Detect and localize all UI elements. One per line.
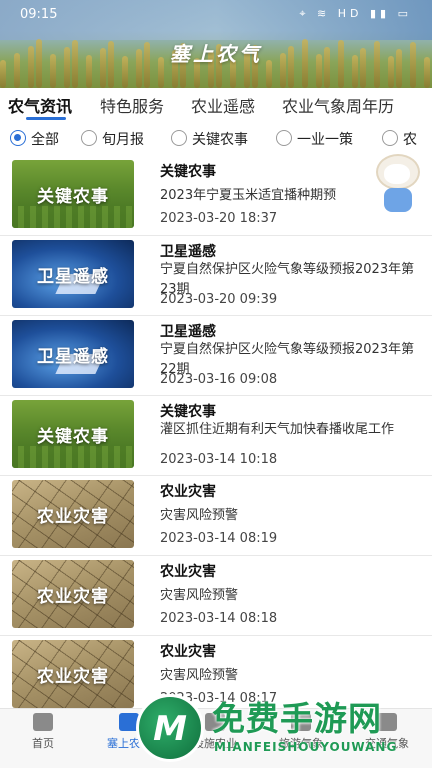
thumbnail-label: 农业灾害 xyxy=(37,507,109,527)
news-date: 2023-03-14 08:18 xyxy=(160,611,278,626)
list-item[interactable]: 农业灾害 农业灾害 灾害风险预警 2023-03-14 08:18 xyxy=(0,556,432,636)
tab-special-services[interactable]: 特色服务 xyxy=(100,93,164,117)
thumbnail-label: 农业灾害 xyxy=(37,587,109,607)
mascot-body xyxy=(384,188,412,212)
watermark-title: 免费手游网 xyxy=(212,699,382,738)
news-thumbnail: 卫星遥感 xyxy=(12,240,134,308)
status-bar: 09:15 ⌖ ≋ HD ▮▮ ▭ xyxy=(0,0,432,28)
filter-one-industry[interactable]: 一业一策 xyxy=(276,130,353,150)
thumbnail-label: 关键农事 xyxy=(37,427,109,447)
filter-all[interactable]: 全部 xyxy=(10,130,59,150)
news-category: 农业灾害 xyxy=(160,564,216,580)
news-date: 2023-03-16 09:08 xyxy=(160,372,278,387)
nav-home[interactable]: 首页 xyxy=(0,713,86,751)
thumbnail-label: 卫星遥感 xyxy=(37,267,109,287)
home-icon xyxy=(33,713,53,731)
filter-label: 全部 xyxy=(31,132,59,148)
active-tab-indicator xyxy=(26,117,66,120)
list-item[interactable]: 卫星遥感 卫星遥感 宁夏自然保护区火险气象等级预报2023年第22期 2023-… xyxy=(0,316,432,396)
watermark-subtitle: MIANFEISHOUYOUWANG xyxy=(214,740,398,754)
news-date: 2023-03-20 18:37 xyxy=(160,211,278,226)
radio-icon xyxy=(382,130,398,146)
news-title: 灾害风险预警 xyxy=(160,588,239,603)
news-thumbnail: 卫星遥感 xyxy=(12,320,134,388)
tab-agri-remote-sensing[interactable]: 农业遥感 xyxy=(191,93,255,117)
app-title: 塞上农气 xyxy=(170,42,262,66)
radio-icon xyxy=(171,130,187,146)
radio-selected-icon xyxy=(10,130,26,146)
news-thumbnail: 关键农事 xyxy=(12,160,134,228)
status-time: 09:15 xyxy=(20,7,58,22)
list-item[interactable]: 农业灾害 农业灾害 灾害风险预警 2023-03-14 08:19 xyxy=(0,476,432,556)
tab-nongqi-news[interactable]: 农气资讯 xyxy=(8,93,72,117)
radio-icon xyxy=(276,130,292,146)
news-category: 关键农事 xyxy=(160,404,216,420)
watermark-logo xyxy=(136,694,204,762)
filter-label: 一业一策 xyxy=(297,132,353,148)
sheep-mascot-icon[interactable] xyxy=(372,154,422,216)
filter-agri[interactable]: 农 xyxy=(382,130,417,150)
filter-key-farming[interactable]: 关键农事 xyxy=(171,130,248,150)
nav-label: 首页 xyxy=(32,737,54,750)
news-thumbnail: 农业灾害 xyxy=(12,640,134,708)
news-thumbnail: 农业灾害 xyxy=(12,480,134,548)
news-category: 农业灾害 xyxy=(160,484,216,500)
status-icons: ⌖ ≋ HD ▮▮ ▭ xyxy=(299,7,412,20)
thumbnail-label: 关键农事 xyxy=(37,187,109,207)
news-date: 2023-03-20 09:39 xyxy=(160,292,278,307)
news-thumbnail: 关键农事 xyxy=(12,400,134,468)
news-category: 农业灾害 xyxy=(160,644,216,660)
filter-label: 关键农事 xyxy=(192,132,248,148)
news-title: 灾害风险预警 xyxy=(160,508,239,523)
list-item[interactable]: 卫星遥感 卫星遥感 宁夏自然保护区火险气象等级预报2023年第23期 2023-… xyxy=(0,236,432,316)
news-title: 灌区抓住近期有利天气加快春播收尾工作 xyxy=(160,422,395,437)
watermark: 免费手游网 MIANFEISHOUYOUWANG xyxy=(136,690,428,768)
news-date: 2023-03-14 08:19 xyxy=(160,531,278,546)
filter-label: 旬月报 xyxy=(102,132,144,148)
mascot-face xyxy=(384,164,410,184)
news-title: 灾害风险预警 xyxy=(160,668,239,683)
radio-icon xyxy=(81,130,97,146)
thumbnail-label: 农业灾害 xyxy=(37,667,109,687)
list-item[interactable]: 关键农事 关键农事 2023年宁夏玉米适宜播种期预 2023-03-20 18:… xyxy=(0,156,432,236)
thumbnail-label: 卫星遥感 xyxy=(37,347,109,367)
filter-label: 农 xyxy=(403,132,417,148)
filter-ten-day-monthly[interactable]: 旬月报 xyxy=(81,130,144,150)
news-category: 卫星遥感 xyxy=(160,244,216,260)
list-item[interactable]: 关键农事 关键农事 灌区抓住近期有利天气加快春播收尾工作 2023-03-14 … xyxy=(0,396,432,476)
news-thumbnail: 农业灾害 xyxy=(12,560,134,628)
news-category: 卫星遥感 xyxy=(160,324,216,340)
tab-agri-weather-calendar[interactable]: 农业气象周年历 xyxy=(282,93,394,117)
filter-radio-group: 全部 旬月报 关键农事 一业一策 农 xyxy=(0,128,432,154)
news-category: 关键农事 xyxy=(160,164,216,180)
news-date: 2023-03-14 10:18 xyxy=(160,452,278,467)
